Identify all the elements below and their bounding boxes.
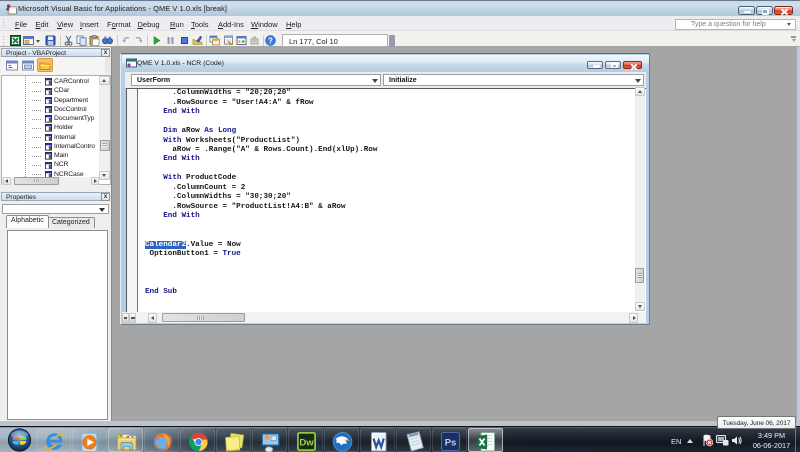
svg-text:Ps: Ps <box>445 437 457 448</box>
svg-text:Dw: Dw <box>299 438 314 449</box>
svg-text:?: ? <box>268 36 273 45</box>
